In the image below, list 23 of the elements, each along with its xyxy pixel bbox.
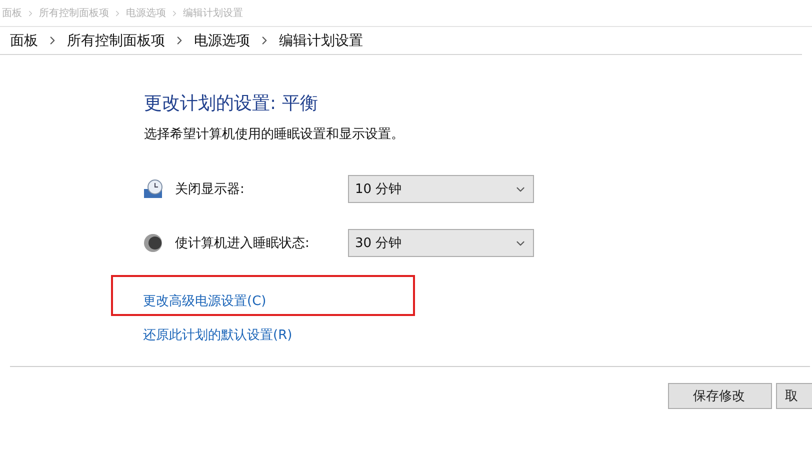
settings-link[interactable]: 更改高级电源设置(C): [143, 292, 266, 310]
settings-link[interactable]: 还原此计划的默认设置(R): [143, 328, 292, 343]
time-dropdown[interactable]: 30 分钟: [348, 229, 534, 257]
setting-label: 使计算机进入睡眠状态:: [175, 235, 310, 252]
chevron-right-icon: [113, 8, 122, 18]
breadcrumb-item: 电源选项: [126, 6, 166, 20]
breadcrumb-item[interactable]: 所有控制面板项: [67, 32, 165, 50]
breadcrumb-item: 所有控制面板项: [39, 6, 109, 20]
chevron-right-icon: [26, 8, 35, 18]
breadcrumb-item: 编辑计划设置: [183, 6, 243, 20]
save-button[interactable]: 保存修改: [668, 383, 772, 409]
description-text: 选择希望计算机使用的睡眠设置和显示设置。: [144, 126, 405, 143]
cancel-button[interactable]: 取: [776, 383, 812, 409]
breadcrumb-item[interactable]: 面板: [10, 32, 38, 50]
breadcrumb-item[interactable]: 编辑计划设置: [279, 32, 363, 50]
moon-icon: [143, 233, 165, 253]
clock-monitor-icon: [143, 179, 165, 199]
page-heading: 更改计划的设置: 平衡: [144, 92, 319, 115]
breadcrumb-item[interactable]: 电源选项: [194, 32, 250, 50]
chevron-right-icon: [170, 8, 179, 18]
time-dropdown[interactable]: 10 分钟: [348, 175, 534, 203]
setting-label: 关闭显示器:: [175, 181, 246, 198]
breadcrumb-item: 面板: [2, 6, 22, 20]
